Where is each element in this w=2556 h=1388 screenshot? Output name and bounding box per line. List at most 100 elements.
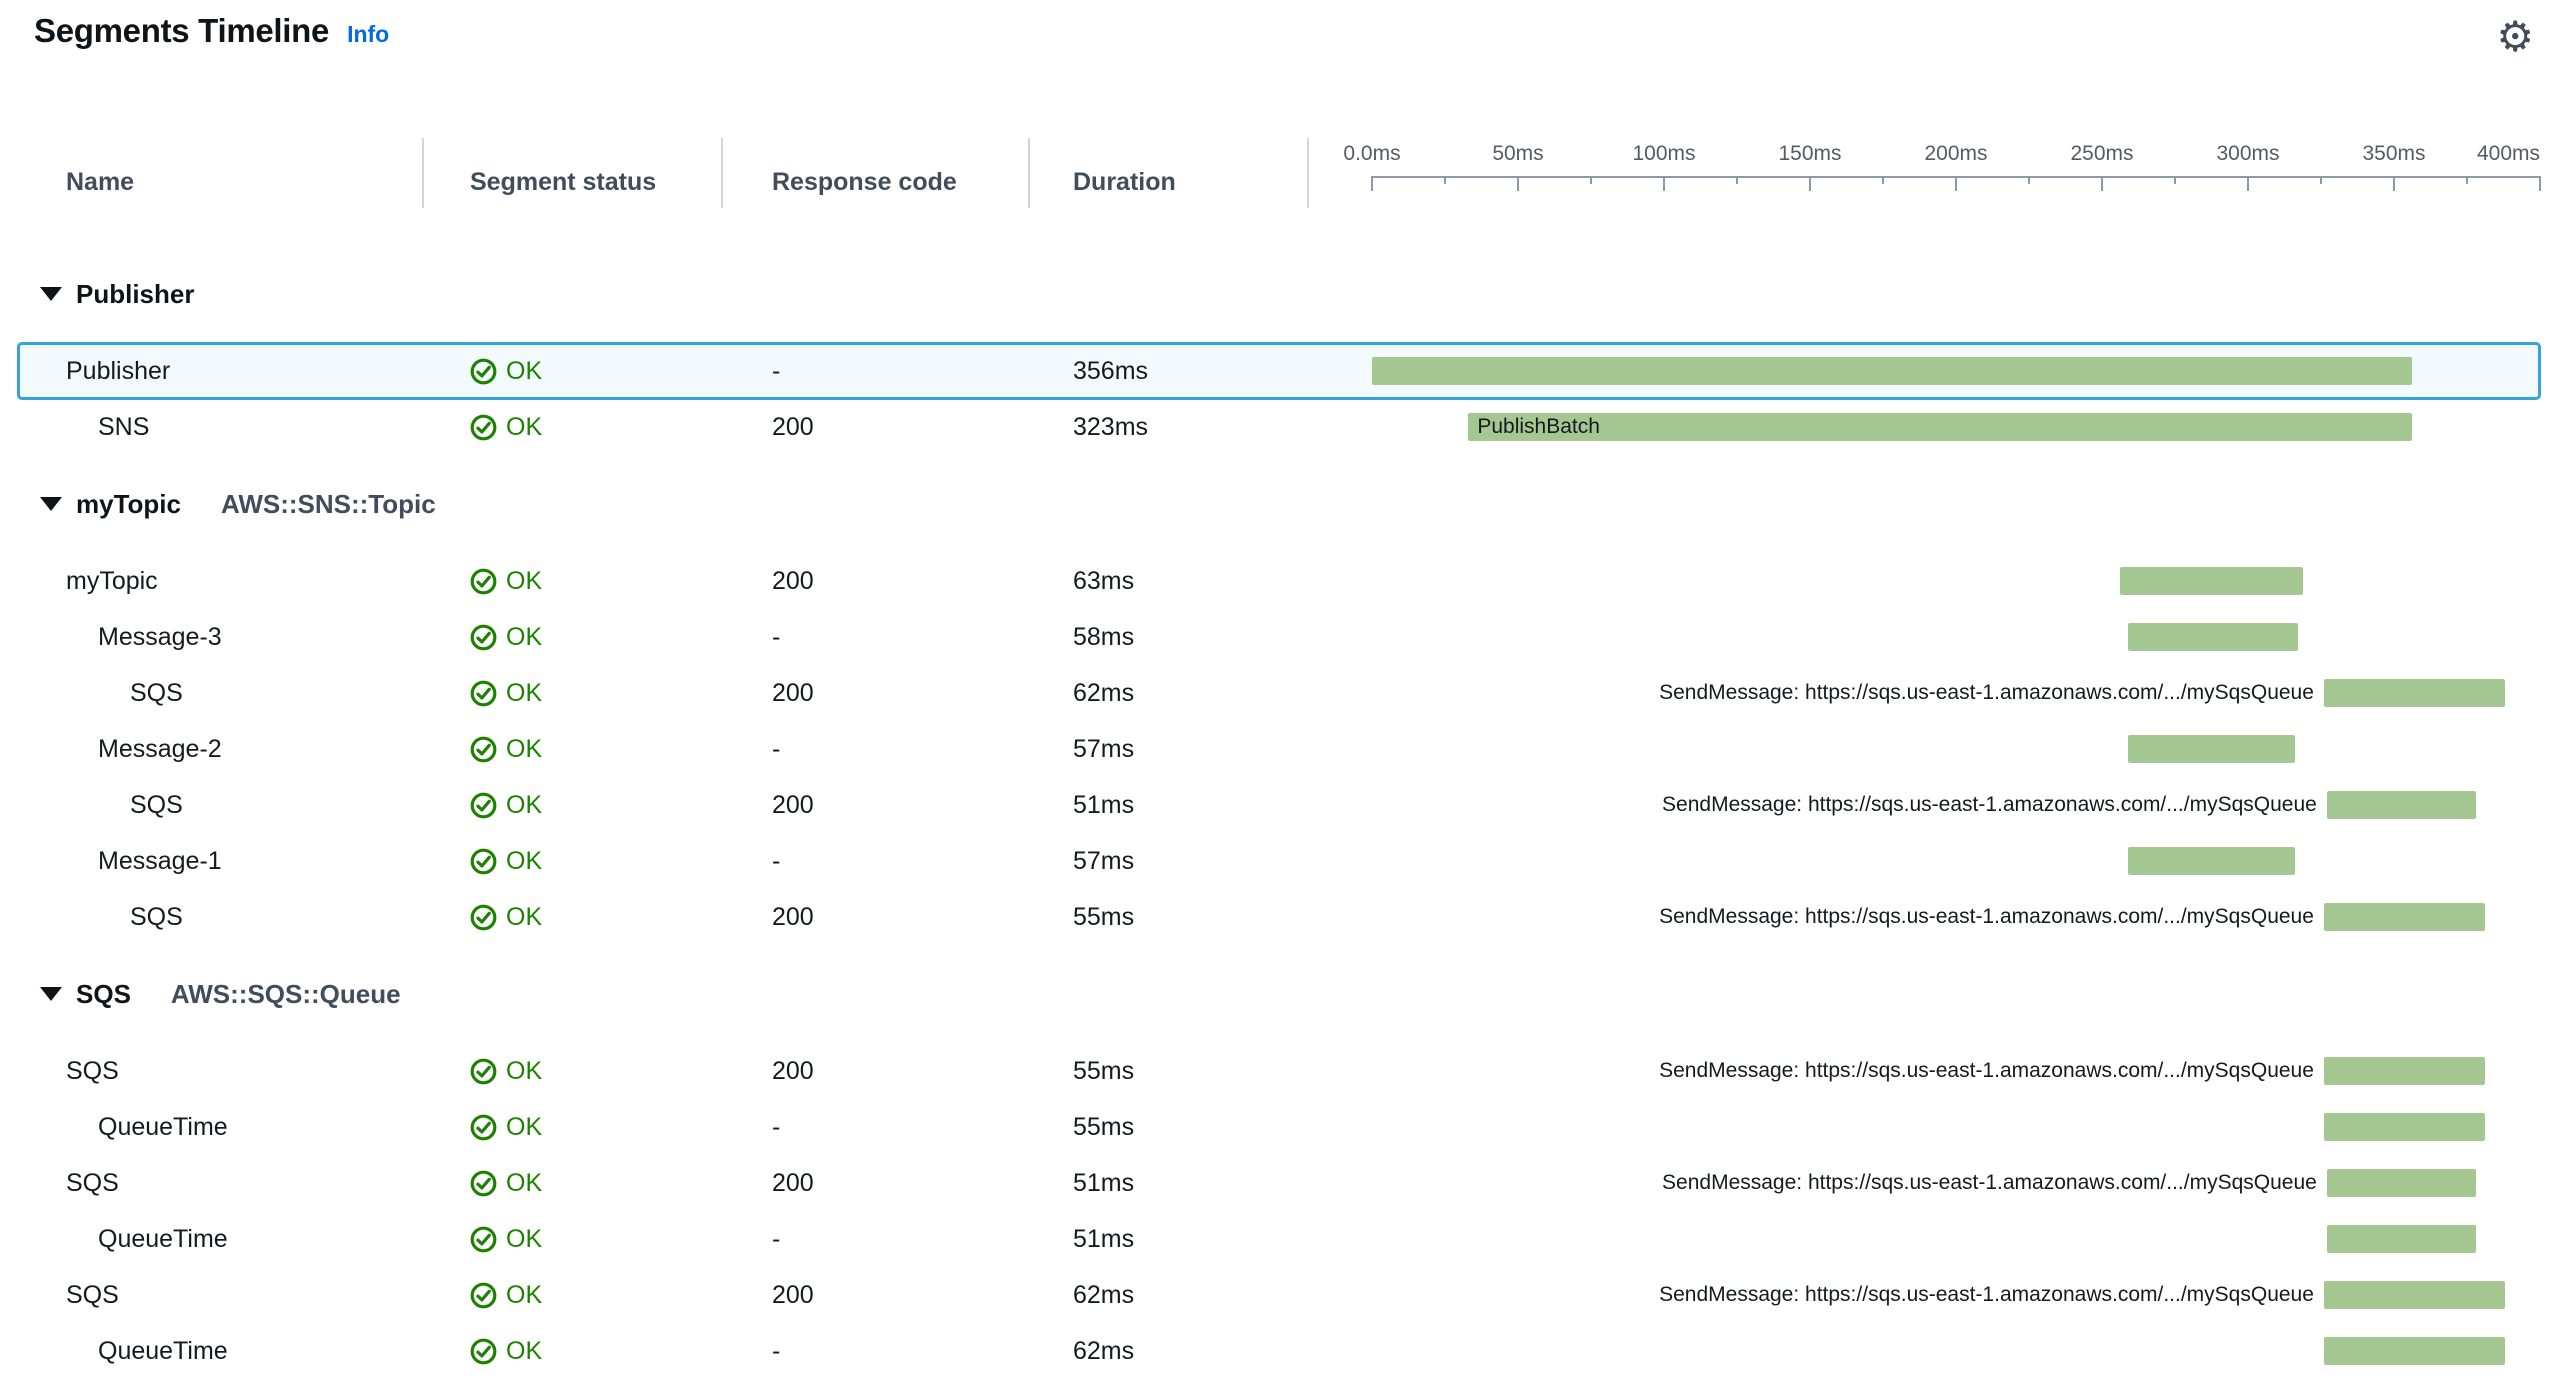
segment-name: Message-2 — [18, 735, 424, 764]
response-code: - — [723, 1113, 1030, 1142]
collapse-caret-icon[interactable] — [40, 497, 62, 511]
timeline-cell: SendMessage: https://sqs.us-east-1.amazo… — [1309, 1155, 2540, 1211]
axis-major-tick — [2393, 176, 2395, 191]
duration: 51ms — [1030, 1169, 1309, 1198]
segment-row[interactable]: SQS OK 200 55ms SendMessage: https://sqs… — [18, 1043, 2540, 1099]
segment-row[interactable]: Publisher OK - 356ms — [18, 343, 2540, 399]
timeline-bar[interactable] — [2128, 623, 2297, 651]
timeline-bar[interactable] — [2324, 1113, 2485, 1141]
segment-status: OK — [424, 1113, 723, 1142]
group-header-row[interactable]: myTopic AWS::SNS::Topic — [18, 480, 2540, 528]
group-header-row[interactable]: Publisher — [18, 270, 2540, 318]
duration: 58ms — [1030, 623, 1309, 652]
axis-minor-tick — [1590, 176, 1592, 184]
column-header-status-label: Segment status — [470, 168, 656, 197]
timeline-bar[interactable] — [2128, 735, 2294, 763]
timeline-track — [1372, 343, 2540, 399]
status-ok-icon — [470, 904, 497, 931]
axis-tick-label: 350ms — [2362, 142, 2425, 166]
segment-row[interactable]: SQS OK 200 51ms SendMessage: https://sqs… — [18, 777, 2540, 833]
group-header-row[interactable]: SQS AWS::SQS::Queue — [18, 970, 2540, 1018]
axis-minor-tick — [1736, 176, 1738, 184]
duration: 51ms — [1030, 1225, 1309, 1254]
segment-row[interactable]: Message-2 OK - 57ms — [18, 721, 2540, 777]
axis-major-tick — [1371, 176, 1373, 191]
timeline-cell: SendMessage: https://sqs.us-east-1.amazo… — [1309, 889, 2540, 945]
column-header-duration[interactable]: Duration — [1030, 138, 1309, 208]
gear-icon[interactable]: ⚙ — [2496, 16, 2534, 58]
segment-status: OK — [424, 1169, 723, 1198]
timeline-cell — [1309, 1211, 2540, 1267]
collapse-caret-icon[interactable] — [40, 987, 62, 1001]
status-ok-icon — [470, 568, 497, 595]
timeline-bar[interactable] — [2120, 567, 2304, 595]
status-label: OK — [506, 1281, 542, 1310]
segment-row[interactable]: SQS OK 200 62ms SendMessage: https://sqs… — [18, 1267, 2540, 1323]
timeline-bar[interactable] — [2128, 847, 2294, 875]
timeline-bar[interactable] — [2327, 1169, 2476, 1197]
response-code: 200 — [723, 1169, 1030, 1198]
status-ok-icon — [470, 1114, 497, 1141]
segment-row[interactable]: SQS OK 200 51ms SendMessage: https://sqs… — [18, 1155, 2540, 1211]
segment-status: OK — [424, 1337, 723, 1366]
timeline-bar[interactable] — [2324, 903, 2485, 931]
collapse-caret-icon[interactable] — [40, 287, 62, 301]
duration: 63ms — [1030, 567, 1309, 596]
status-label: OK — [506, 847, 542, 876]
segment-row[interactable]: SNS OK 200 323ms PublishBatch — [18, 399, 2540, 455]
timeline-cell — [1309, 721, 2540, 777]
duration: 57ms — [1030, 735, 1309, 764]
axis-major-tick — [1663, 176, 1665, 191]
status-label: OK — [506, 1113, 542, 1142]
column-header-response-code[interactable]: Response code — [723, 138, 1030, 208]
status-ok-icon — [470, 792, 497, 819]
timeline-track — [1372, 1099, 2540, 1155]
duration: 356ms — [1030, 357, 1309, 386]
timeline-bar[interactable] — [2324, 1337, 2505, 1365]
segment-row[interactable]: QueueTime OK - 55ms — [18, 1099, 2540, 1155]
status-ok-icon — [470, 1282, 497, 1309]
segment-row[interactable]: SQS OK 200 55ms SendMessage: https://sqs… — [18, 889, 2540, 945]
segment-row[interactable]: myTopic OK 200 63ms — [18, 553, 2540, 609]
timeline-bar[interactable] — [1372, 357, 2412, 385]
segment-status: OK — [424, 1281, 723, 1310]
segment-row[interactable]: Message-1 OK - 57ms — [18, 833, 2540, 889]
group-name: myTopic — [76, 489, 181, 520]
segment-row[interactable]: QueueTime OK - 51ms — [18, 1211, 2540, 1267]
timeline-bar[interactable] — [2327, 1225, 2476, 1253]
info-link[interactable]: Info — [347, 21, 389, 48]
segment-row[interactable]: SQS OK 200 62ms SendMessage: https://sqs… — [18, 665, 2540, 721]
segment-status: OK — [424, 357, 723, 386]
status-ok-icon — [470, 680, 497, 707]
segment-name: Message-1 — [18, 847, 424, 876]
column-header-segment-status[interactable]: Segment status — [424, 138, 723, 208]
timeline-bar[interactable] — [2324, 1057, 2485, 1085]
bar-inner-label: PublishBatch — [1468, 415, 1600, 439]
column-header-duration-label: Duration — [1073, 168, 1176, 197]
timeline-bar[interactable] — [2327, 791, 2476, 819]
status-ok-icon — [470, 624, 497, 651]
timeline-cell: PublishBatch — [1309, 399, 2540, 455]
timeline-bar[interactable] — [2324, 1281, 2505, 1309]
segment-row[interactable]: Message-3 OK - 58ms — [18, 609, 2540, 665]
status-ok-icon — [470, 1058, 497, 1085]
response-code: 200 — [723, 903, 1030, 932]
status-label: OK — [506, 735, 542, 764]
status-ok-icon — [470, 848, 497, 875]
duration: 62ms — [1030, 679, 1309, 708]
timeline-bar[interactable]: PublishBatch — [1468, 413, 2411, 441]
bar-annotation: SendMessage: https://sqs.us-east-1.amazo… — [1662, 1171, 2327, 1195]
segment-status: OK — [424, 903, 723, 932]
group-resource-type: AWS::SNS::Topic — [221, 489, 436, 520]
segment-status: OK — [424, 567, 723, 596]
duration: 55ms — [1030, 1113, 1309, 1142]
timeline-track: SendMessage: https://sqs.us-east-1.amazo… — [1372, 1267, 2540, 1323]
status-label: OK — [506, 413, 542, 442]
timeline-cell — [1309, 553, 2540, 609]
column-header-name[interactable]: Name — [18, 138, 424, 208]
segment-name: SQS — [18, 791, 424, 820]
group-resource-type: AWS::SQS::Queue — [171, 979, 401, 1010]
segment-row[interactable]: QueueTime OK - 62ms — [18, 1323, 2540, 1379]
timeline-bar[interactable] — [2324, 679, 2505, 707]
segments-table: Name Segment status Response code Durati… — [18, 138, 2540, 1379]
